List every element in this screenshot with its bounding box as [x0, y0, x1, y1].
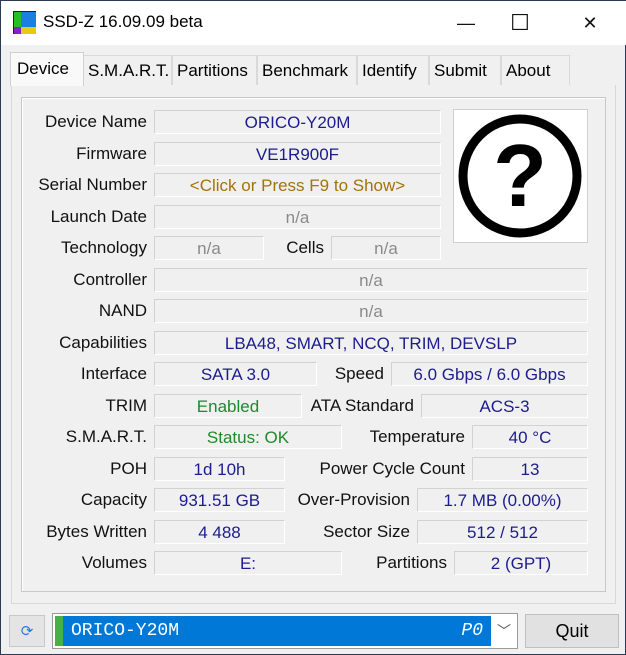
- launch-date-field: n/a: [154, 205, 441, 229]
- launch-date-label: Launch Date: [50, 207, 147, 226]
- capacity-label: Capacity: [80, 490, 147, 509]
- ata-standard-label: ATA Standard: [310, 396, 414, 415]
- firmware-field: VE1R900F: [154, 142, 441, 166]
- smart-label: S.M.A.R.T.: [65, 427, 147, 446]
- close-button[interactable]: ✕: [567, 1, 613, 45]
- temperature-label: Temperature: [369, 427, 465, 446]
- tab-benchmark[interactable]: Benchmark: [257, 55, 357, 85]
- tab-submit[interactable]: Submit: [429, 55, 501, 85]
- nand-label: NAND: [98, 301, 147, 320]
- nand-field: n/a: [154, 299, 588, 323]
- speed-field: 6.0 Gbps / 6.0 Gbps: [391, 362, 588, 386]
- controller-label: Controller: [73, 270, 147, 289]
- drive-select[interactable]: ORICO-Y20M P0 ﹀: [52, 613, 518, 649]
- minimize-button[interactable]: —: [443, 1, 489, 45]
- capacity-field: 931.51 GB: [154, 488, 285, 512]
- power-cycle-count-label: Power Cycle Count: [319, 459, 465, 478]
- sector-size-label: Sector Size: [323, 522, 410, 541]
- technology-field: n/a: [154, 236, 264, 260]
- interface-field: SATA 3.0: [154, 362, 317, 386]
- refresh-icon: ⟳: [20, 623, 34, 640]
- ata-standard-field: ACS-3: [421, 394, 588, 418]
- power-cycle-count-field: 13: [472, 457, 588, 481]
- tab-device[interactable]: Device: [10, 52, 84, 86]
- cells-field: n/a: [331, 236, 441, 260]
- refresh-button[interactable]: ⟳: [9, 615, 45, 647]
- partitions-label: Partitions: [376, 553, 447, 572]
- controller-field: n/a: [154, 268, 588, 292]
- tab-smart[interactable]: S.M.A.R.T.: [83, 55, 172, 85]
- volumes-field: E:: [154, 551, 342, 575]
- maximize-button[interactable]: ☐: [497, 1, 543, 45]
- trim-field: Enabled: [154, 394, 302, 418]
- svg-text:?: ?: [493, 126, 547, 225]
- speed-label: Speed: [334, 364, 384, 383]
- serial-label: Serial Number: [38, 175, 147, 194]
- capabilities-label: Capabilities: [59, 333, 147, 352]
- app-icon: [13, 11, 36, 34]
- technology-label: Technology: [60, 238, 147, 257]
- tab-identify[interactable]: Identify: [357, 55, 429, 85]
- poh-field: 1d 10h: [154, 457, 285, 481]
- question-mark-icon: ?: [458, 114, 582, 238]
- cells-label: Cells: [286, 238, 324, 257]
- device-name-label: Device Name: [44, 112, 147, 131]
- quit-button[interactable]: Quit: [525, 614, 619, 648]
- bytes-written-label: Bytes Written: [46, 522, 147, 541]
- partitions-field: 2 (GPT): [454, 551, 588, 575]
- interface-label: Interface: [80, 364, 147, 383]
- tab-about[interactable]: About: [501, 55, 570, 85]
- device-name-field: ORICO-Y20M: [154, 110, 441, 134]
- bytes-written-field: 4 488: [154, 520, 285, 544]
- drive-select-value: ORICO-Y20M P0: [55, 616, 491, 646]
- over-provision-field: 1.7 MB (0.00%): [417, 488, 588, 512]
- title-bar: SSD-Z 16.09.09 beta — ☐ ✕: [1, 1, 626, 45]
- poh-label: POH: [110, 459, 147, 478]
- sector-size-field: 512 / 512: [417, 520, 588, 544]
- drive-name: ORICO-Y20M: [71, 621, 180, 641]
- chevron-down-icon[interactable]: ﹀: [497, 621, 511, 641]
- smart-status-field: Status: OK: [154, 425, 342, 449]
- drive-image: ?: [453, 109, 588, 243]
- drive-port: P0: [461, 621, 483, 641]
- trim-label: TRIM: [105, 396, 147, 415]
- volumes-label: Volumes: [81, 553, 147, 572]
- drive-status-indicator: [55, 616, 63, 646]
- window-title: SSD-Z 16.09.09 beta: [43, 12, 203, 31]
- serial-field[interactable]: <Click or Press F9 to Show>: [154, 173, 441, 197]
- temperature-field: 40 °C: [472, 425, 588, 449]
- tab-partitions[interactable]: Partitions: [172, 55, 257, 85]
- capabilities-field: LBA48, SMART, NCQ, TRIM, DEVSLP: [154, 331, 588, 355]
- over-provision-label: Over-Provision: [297, 490, 410, 509]
- firmware-label: Firmware: [76, 144, 147, 163]
